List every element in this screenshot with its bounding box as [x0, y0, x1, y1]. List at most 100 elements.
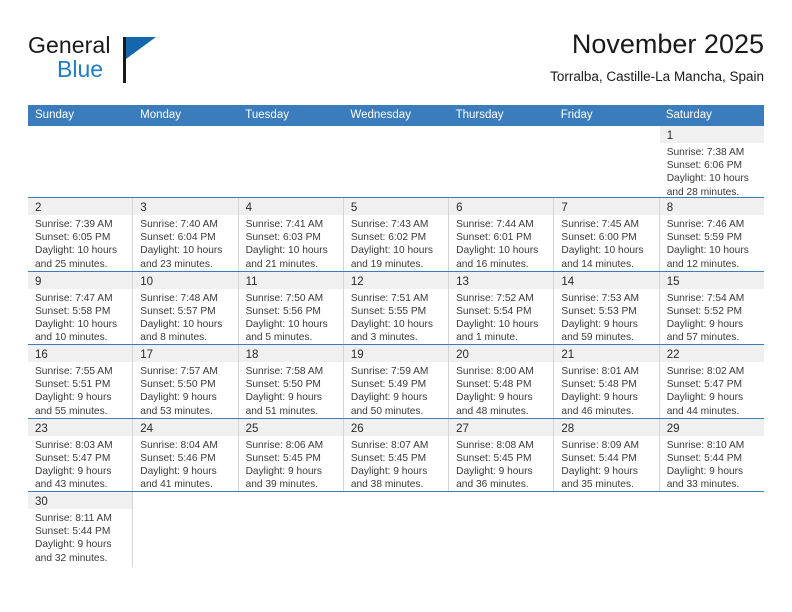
calendar-day-cell[interactable]: 2 Sunrise: 7:39 AM Sunset: 6:05 PM Daylight…	[28, 198, 134, 271]
day-number: 10	[140, 275, 154, 288]
calendar-week-row: 1 Sunrise: 7:38 AM Sunset: 6:06 PM Daylight…	[28, 126, 764, 198]
calendar-day-cell-empty	[343, 126, 450, 197]
day-number-band	[554, 126, 658, 143]
calendar-day-cell[interactable]: 8 Sunrise: 7:46 AM Sunset: 5:59 PM Daylight…	[659, 198, 764, 271]
sunrise-text: Sunrise: 8:01 AM	[561, 366, 639, 377]
calendar-day-cell[interactable]: 6 Sunrise: 7:44 AM Sunset: 6:01 PM Daylight…	[449, 198, 555, 271]
daylight-text-line1: Daylight: 10 hours	[140, 318, 223, 330]
daylight-text-line1: Daylight: 10 hours	[666, 245, 749, 257]
calendar-day-cell[interactable]: 9 Sunrise: 7:47 AM Sunset: 5:58 PM Daylight…	[28, 271, 134, 345]
day-number: 14	[561, 275, 575, 288]
sunrise-text: Sunrise: 8:00 AM	[456, 366, 534, 377]
sunset-text: Sunset: 5:48 PM	[561, 379, 637, 391]
day-number-band: 3	[133, 198, 238, 215]
day-number-band: 23	[28, 418, 133, 436]
daylight-text-line1: Daylight: 9 hours	[35, 465, 112, 477]
day-details: Sunrise: 8:01 AM Sunset: 5:48 PM Daylight:…	[554, 362, 658, 418]
calendar-day-cell[interactable]: 15 Sunrise: 7:54 AM Sunset: 5:52 PM Dayligh…	[659, 271, 764, 345]
calendar-day-cell[interactable]: 30 Sunrise: 8:11 AM Sunset: 5:44 PM Dayligh…	[28, 492, 134, 567]
sunrise-text: Sunrise: 7:41 AM	[245, 219, 324, 230]
sunrise-text: Sunrise: 7:57 AM	[140, 366, 218, 377]
daylight-text-line2: and 39 minutes.	[245, 479, 319, 491]
day-number-band: 26	[343, 418, 449, 436]
calendar-week-row: 2 Sunrise: 7:39 AM Sunset: 6:05 PM Daylight…	[28, 198, 764, 272]
calendar-day-cell[interactable]: 11 Sunrise: 7:50 AM Sunset: 5:56 PM Dayligh…	[238, 271, 344, 344]
day-details: Sunrise: 8:07 AM Sunset: 5:45 PM Daylight:…	[344, 436, 448, 492]
calendar-day-cell[interactable]: 13 Sunrise: 7:52 AM Sunset: 5:54 PM Dayligh…	[449, 271, 555, 344]
calendar-day-cell[interactable]: 1 Sunrise: 7:38 AM Sunset: 6:06 PM Daylight…	[659, 126, 764, 197]
daylight-text-line2: and 23 minutes.	[140, 258, 213, 270]
calendar-day-cell[interactable]: 20 Sunrise: 8:00 AM Sunset: 5:48 PM Dayligh…	[449, 345, 555, 418]
day-number-band: 20	[449, 345, 554, 362]
sunrise-text: Sunrise: 8:11 AM	[35, 513, 112, 524]
calendar-day-cell[interactable]: 25 Sunrise: 8:06 AM Sunset: 5:45 PM Dayligh…	[238, 418, 344, 491]
title-block: November 2025 Torralba, Castille-La Manc…	[550, 28, 764, 87]
daylight-text-line2: and 48 minutes.	[456, 405, 529, 417]
calendar-week-row: 16 Sunrise: 7:55 AM Sunset: 5:51 PM Dayligh…	[28, 345, 764, 419]
daylight-text-line1: Daylight: 9 hours	[140, 465, 217, 477]
daylight-text-line2: and 1 minute.	[456, 332, 518, 344]
calendar-day-cell[interactable]: 21 Sunrise: 8:01 AM Sunset: 5:48 PM Dayligh…	[554, 345, 660, 418]
calendar-day-cell[interactable]: 29 Sunrise: 8:10 AM Sunset: 5:44 PM Dayligh…	[659, 418, 764, 491]
calendar-day-cell[interactable]: 5 Sunrise: 7:43 AM Sunset: 6:02 PM Daylight…	[343, 198, 450, 271]
calendar-day-cell[interactable]: 14 Sunrise: 7:53 AM Sunset: 5:53 PM Dayligh…	[554, 271, 660, 344]
calendar-day-cell[interactable]: 28 Sunrise: 8:09 AM Sunset: 5:44 PM Dayligh…	[554, 418, 660, 491]
calendar-day-cell[interactable]: 17 Sunrise: 7:57 AM Sunset: 5:50 PM Dayligh…	[133, 345, 239, 418]
calendar-day-cell[interactable]: 7 Sunrise: 7:45 AM Sunset: 6:00 PM Daylight…	[554, 198, 660, 271]
day-number-band: 6	[449, 198, 554, 215]
sunset-text: Sunset: 5:55 PM	[350, 305, 427, 317]
sunset-text: Sunset: 6:06 PM	[666, 160, 743, 172]
sunset-text: Sunset: 6:05 PM	[35, 232, 111, 244]
daylight-text-line1: Daylight: 10 hours	[35, 245, 118, 257]
daylight-text-line1: Daylight: 9 hours	[456, 392, 533, 404]
day-details: Sunrise: 7:54 AM Sunset: 5:52 PM Daylight:…	[660, 289, 764, 345]
day-number: 8	[666, 202, 674, 214]
day-number: 23	[35, 422, 48, 435]
sunrise-text: Sunrise: 8:07 AM	[350, 439, 429, 451]
daylight-text-line2: and 33 minutes.	[666, 479, 740, 491]
calendar-day-cell[interactable]: 12 Sunrise: 7:51 AM Sunset: 5:55 PM Dayligh…	[343, 271, 450, 345]
day-details: Sunrise: 7:51 AM Sunset: 5:55 PM Daylight:…	[344, 289, 448, 345]
sunrise-text: Sunrise: 7:52 AM	[456, 292, 534, 304]
daylight-text-line2: and 5 minutes.	[245, 332, 313, 344]
day-details: Sunrise: 7:46 AM Sunset: 5:59 PM Daylight:…	[660, 215, 764, 271]
daylight-text-line1: Daylight: 10 hours	[666, 173, 749, 185]
daylight-text-line2: and 38 minutes.	[350, 479, 424, 491]
day-number-band: 14	[554, 271, 659, 289]
calendar-day-cell[interactable]: 4 Sunrise: 7:41 AM Sunset: 6:03 PM Daylight…	[238, 198, 344, 271]
calendar-day-cell-empty	[238, 492, 344, 567]
calendar-day-cell[interactable]: 26 Sunrise: 8:07 AM Sunset: 5:45 PM Dayligh…	[343, 418, 450, 492]
day-number-band: 19	[343, 345, 449, 362]
day-number: 1	[666, 130, 674, 142]
day-number: 29	[666, 422, 680, 435]
calendar-day-cell[interactable]: 19 Sunrise: 7:59 AM Sunset: 5:49 PM Dayligh…	[343, 345, 450, 418]
day-details: Sunrise: 7:55 AM Sunset: 5:51 PM Daylight:…	[28, 362, 132, 418]
calendar-day-cell[interactable]: 23 Sunrise: 8:03 AM Sunset: 5:47 PM Dayligh…	[28, 418, 134, 491]
day-details: Sunrise: 7:47 AM Sunset: 5:58 PM Daylight:…	[28, 289, 132, 345]
calendar-day-cell[interactable]: 16 Sunrise: 7:55 AM Sunset: 5:51 PM Dayligh…	[28, 345, 134, 418]
daylight-text-line1: Daylight: 10 hours	[456, 318, 539, 330]
sunrise-text: Sunrise: 7:40 AM	[140, 219, 218, 230]
daylight-text-line1: Daylight: 10 hours	[245, 245, 328, 257]
sunset-text: Sunset: 5:47 PM	[666, 379, 743, 391]
day-number: 9	[35, 275, 42, 288]
daylight-text-line2: and 53 minutes.	[140, 405, 213, 417]
calendar-day-cell[interactable]: 24 Sunrise: 8:04 AM Sunset: 5:46 PM Dayligh…	[133, 418, 239, 491]
calendar-day-cell[interactable]: 27 Sunrise: 8:08 AM Sunset: 5:45 PM Dayligh…	[449, 418, 555, 491]
daylight-text-line1: Daylight: 10 hours	[245, 318, 328, 330]
day-number-band: 10	[133, 271, 238, 289]
day-details: Sunrise: 7:45 AM Sunset: 6:00 PM Daylight:…	[554, 215, 658, 271]
sunset-text: Sunset: 5:50 PM	[245, 379, 321, 391]
calendar-day-cell[interactable]: 10 Sunrise: 7:48 AM Sunset: 5:57 PM Dayligh…	[133, 271, 239, 344]
sunrise-text: Sunrise: 7:39 AM	[35, 219, 113, 230]
day-number: 17	[140, 349, 154, 361]
calendar-day-cell[interactable]: 3 Sunrise: 7:40 AM Sunset: 6:04 PM Daylight…	[133, 198, 239, 271]
sunset-text: Sunset: 5:44 PM	[35, 526, 111, 538]
day-details: Sunrise: 8:00 AM Sunset: 5:48 PM Daylight:…	[449, 362, 553, 418]
sunrise-text: Sunrise: 8:08 AM	[456, 439, 534, 451]
daylight-text-line2: and 25 minutes.	[35, 258, 108, 270]
sunrise-text: Sunrise: 7:54 AM	[666, 292, 745, 304]
calendar-day-cell[interactable]: 22 Sunrise: 8:02 AM Sunset: 5:47 PM Dayligh…	[659, 345, 764, 418]
day-details: Sunrise: 7:39 AM Sunset: 6:05 PM Daylight:…	[28, 215, 132, 271]
calendar-day-cell[interactable]: 18 Sunrise: 7:58 AM Sunset: 5:50 PM Dayligh…	[238, 345, 344, 418]
